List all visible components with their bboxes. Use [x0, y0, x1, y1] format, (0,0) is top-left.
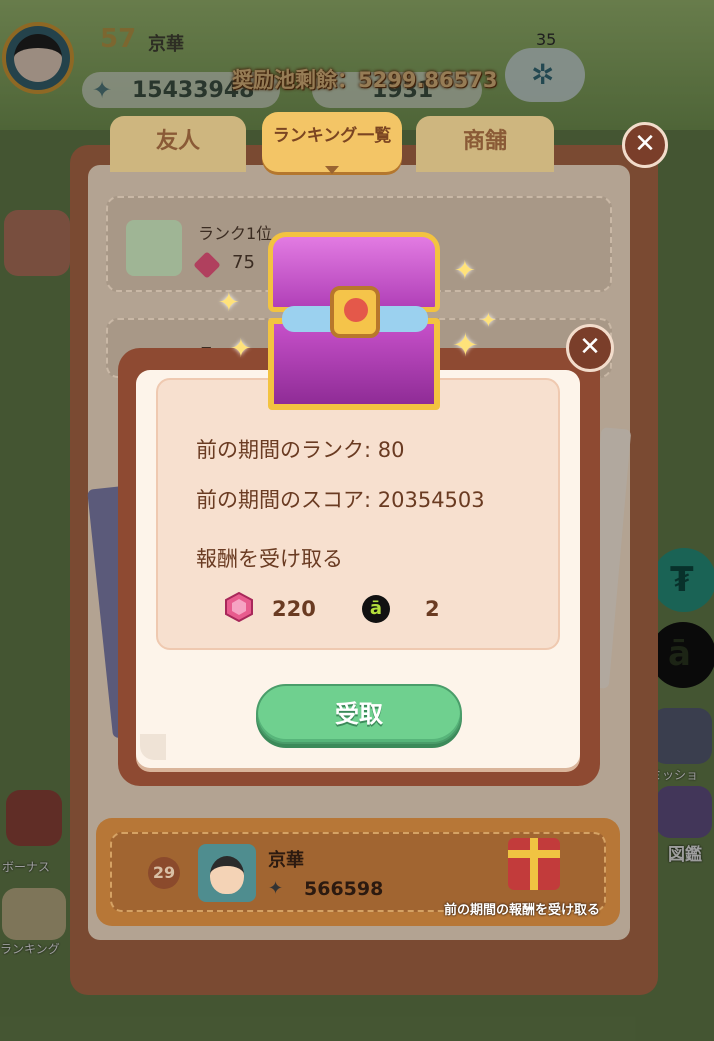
paw-lock-icon	[330, 286, 380, 338]
reward-title: 報酬を受け取る	[196, 547, 343, 571]
previous-score-text: 前の期間のスコア: 20354503	[196, 488, 485, 512]
my-avatar	[198, 844, 256, 902]
token-reward-amount: 2	[425, 597, 440, 621]
sparkle-icon: ✦	[452, 326, 479, 364]
my-name: 京華	[268, 850, 304, 871]
rank-reward-value: 75	[232, 252, 255, 273]
my-rank-number: 29	[148, 857, 180, 889]
panel-close-button[interactable]: ✕	[622, 122, 668, 168]
reward-info-box	[156, 378, 560, 650]
close-icon: ✕	[579, 332, 601, 362]
rank-label: ランク1位	[198, 224, 273, 243]
ae-token-icon: ā	[362, 595, 390, 623]
cat-pair-icon	[126, 220, 182, 276]
gift-icon[interactable]	[508, 838, 560, 890]
sparkle-icon: ✦	[454, 256, 476, 286]
claim-button[interactable]: 受取	[256, 684, 462, 744]
tab-friends[interactable]: 友人	[110, 116, 246, 172]
modal-close-button[interactable]: ✕	[566, 324, 614, 372]
page-curl	[140, 734, 166, 760]
sparkle-icon: ✦	[480, 308, 497, 332]
gem-reward-amount: 220	[272, 597, 316, 621]
tab-ranking-list[interactable]: ランキング一覧	[262, 112, 402, 172]
previous-rank-text: 前の期間のランク: 80	[196, 438, 405, 462]
fish-icon: ✦	[268, 878, 284, 899]
close-icon: ✕	[634, 129, 656, 159]
claim-previous-reward-link[interactable]: 前の期間の報酬を受け取る	[444, 899, 600, 918]
pink-gem-icon	[225, 592, 253, 622]
my-score: 566598	[304, 878, 384, 900]
gem-icon	[193, 251, 221, 279]
sparkle-icon: ✦	[230, 334, 252, 364]
tab-shop[interactable]: 商舗	[416, 116, 554, 172]
sparkle-icon: ✦	[218, 288, 240, 318]
chevron-down-icon	[325, 166, 339, 174]
